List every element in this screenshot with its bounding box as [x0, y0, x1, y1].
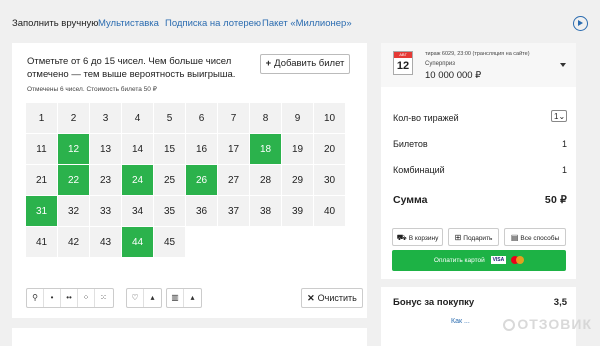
number-cell[interactable]: 35 [154, 196, 186, 227]
dots-2-icon[interactable]: •• [61, 289, 78, 307]
next-ticket-card [12, 328, 367, 346]
chevron-down-icon [560, 63, 566, 67]
card-icon: ▤ [510, 233, 519, 242]
tab-millionaire-pack[interactable]: Пакет «Миллионер» [262, 18, 352, 29]
number-cell[interactable]: 8 [250, 103, 282, 134]
tab-manual[interactable]: Заполнить вручную [12, 18, 98, 29]
number-cell[interactable]: 39 [282, 196, 314, 227]
number-cell[interactable]: 38 [250, 196, 282, 227]
number-cell[interactable]: 45 [154, 227, 186, 258]
chevron-up-icon[interactable]: ▴ [144, 289, 161, 307]
superprize-amount: 10 000 000 ₽ [425, 70, 482, 81]
all-methods-button[interactable]: ▤ Все способы [504, 228, 566, 246]
number-cell[interactable]: 7 [218, 103, 250, 134]
draw-info: тираж 6029, 23:00 (трансляция на сайте) [425, 51, 530, 57]
number-cell[interactable]: 29 [282, 165, 314, 196]
game-mode-tabs: Заполнить вручную Мультиставка Подписка … [10, 14, 590, 36]
plus-icon: + [265, 58, 272, 69]
number-cell[interactable]: 21 [26, 165, 58, 196]
number-cell[interactable]: 9 [282, 103, 314, 134]
superprize-label: Суперприз [425, 61, 455, 67]
heart-icon[interactable]: ♡ [127, 289, 144, 307]
number-cell[interactable]: 16 [186, 134, 218, 165]
number-cell[interactable]: 34 [122, 196, 154, 227]
number-cell[interactable]: 19 [282, 134, 314, 165]
number-cell[interactable]: 24 [122, 165, 154, 196]
number-cell[interactable]: 20 [314, 134, 346, 165]
visa-icon: VISA [490, 256, 507, 265]
add-ticket-button[interactable]: + Добавить билет [260, 54, 350, 74]
tab-multibet[interactable]: Мультиставка [98, 18, 159, 29]
number-cell[interactable]: 22 [58, 165, 90, 196]
dots-4-icon[interactable]: ⁘ [78, 289, 95, 307]
number-cell[interactable]: 32 [58, 196, 90, 227]
number-cell[interactable]: 12 [58, 134, 90, 165]
number-cell[interactable]: 14 [122, 134, 154, 165]
number-cell[interactable]: 4 [122, 103, 154, 134]
tab-subscription[interactable]: Подписка на лотерею [165, 18, 261, 29]
draw-selector[interactable]: АВГ 12 тираж 6029, 23:00 (трансляция на … [381, 43, 576, 87]
watermark: ОТЗОВИК [503, 316, 592, 332]
draws-count-select[interactable]: 1⌄ [551, 110, 567, 122]
number-cell[interactable]: 17 [218, 134, 250, 165]
number-cell[interactable]: 30 [314, 165, 346, 196]
number-cell[interactable]: 43 [90, 227, 122, 258]
bonus-info-link[interactable]: Как ... [451, 318, 470, 325]
number-cell[interactable]: 3 [90, 103, 122, 134]
chevron-up-icon[interactable]: ▴ [184, 289, 201, 307]
dot-1-icon[interactable]: • [44, 289, 61, 307]
auto-fill-group: ⚲ • •• ⁘ ⁙ [26, 288, 114, 308]
number-cell[interactable]: 1 [26, 103, 58, 134]
dots-6-icon[interactable]: ⁙ [95, 289, 112, 307]
close-icon: ✕ [307, 293, 315, 303]
number-cell[interactable]: 13 [90, 134, 122, 165]
number-cell[interactable]: 42 [58, 227, 90, 258]
number-cell[interactable]: 6 [186, 103, 218, 134]
bar-chart-icon[interactable]: ▥ [167, 289, 184, 307]
number-cell[interactable]: 36 [186, 196, 218, 227]
divider [381, 279, 576, 287]
number-cell[interactable]: 11 [26, 134, 58, 165]
stats-group: ▥ ▴ [166, 288, 202, 308]
mastercard-icon [511, 256, 525, 265]
number-cell[interactable]: 33 [90, 196, 122, 227]
magic-wand-icon[interactable]: ⚲ [27, 289, 44, 307]
number-cell[interactable]: 26 [186, 165, 218, 196]
calendar-icon: АВГ 12 [393, 51, 413, 75]
number-cell[interactable]: 25 [154, 165, 186, 196]
ticket-card: Отметьте от 6 до 15 чисел. Чем больше чи… [12, 43, 367, 318]
watermark-logo-icon [503, 319, 516, 332]
number-cell[interactable]: 15 [154, 134, 186, 165]
ticket-instructions: Отметьте от 6 до 15 чисел. Чем больше чи… [27, 56, 236, 80]
cart-icon: ⛟ [396, 233, 407, 242]
number-cell[interactable]: 2 [58, 103, 90, 134]
favorites-group: ♡ ▴ [126, 288, 162, 308]
number-cell[interactable]: 28 [250, 165, 282, 196]
number-cell[interactable]: 23 [90, 165, 122, 196]
number-cell[interactable]: 44 [122, 227, 154, 258]
gift-icon: ⊞ [454, 233, 462, 242]
order-summary-card: АВГ 12 тираж 6029, 23:00 (трансляция на … [381, 43, 576, 346]
play-icon[interactable] [573, 16, 588, 31]
number-cell[interactable]: 41 [26, 227, 58, 258]
number-cell[interactable]: 10 [314, 103, 346, 134]
ticket-toolbar: ⚲ • •• ⁘ ⁙ ♡ ▴ ▥ ▴ ✕ Очистить [26, 288, 363, 310]
number-cell[interactable]: 31 [26, 196, 58, 227]
number-cell[interactable]: 18 [250, 134, 282, 165]
gift-button[interactable]: ⊞ Подарить [448, 228, 499, 246]
number-cell[interactable]: 5 [154, 103, 186, 134]
pay-by-card-button[interactable]: Оплатить картой VISA [392, 250, 566, 271]
ticket-meta: Отмечены 6 чисел. Стоимость билета 50 ₽ [27, 86, 157, 93]
number-cell[interactable]: 27 [218, 165, 250, 196]
number-cell[interactable]: 40 [314, 196, 346, 227]
add-to-cart-button[interactable]: ⛟ В корзину [392, 228, 443, 246]
clear-button[interactable]: ✕ Очистить [301, 288, 363, 308]
number-cell[interactable]: 37 [218, 196, 250, 227]
